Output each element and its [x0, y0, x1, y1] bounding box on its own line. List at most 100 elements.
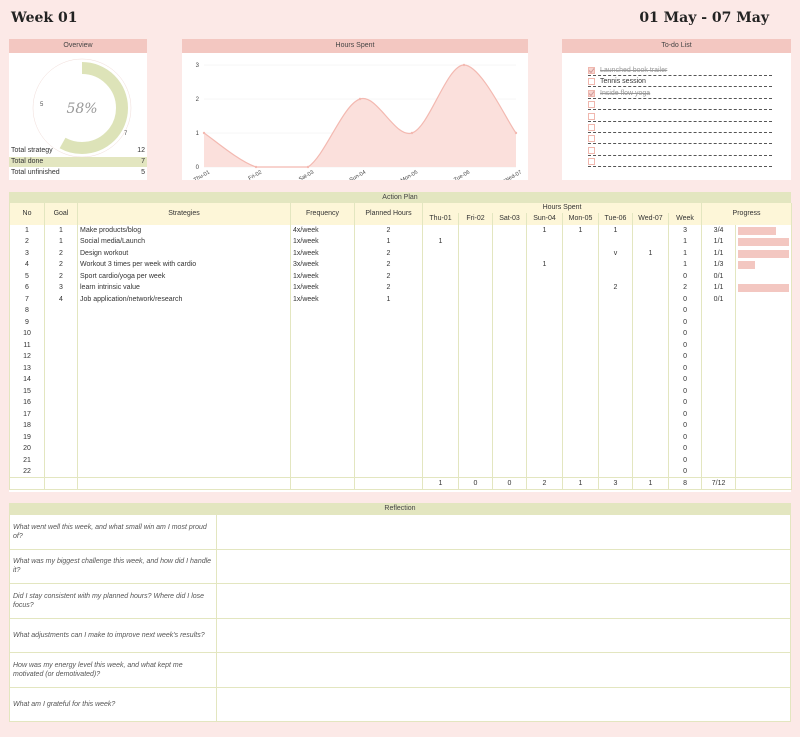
todo-title: To-do List	[562, 39, 791, 53]
cell-day-hours	[598, 362, 633, 374]
cell-empty	[44, 477, 78, 490]
todo-checkbox[interactable]	[588, 78, 595, 86]
cell-week: 0	[667, 270, 703, 282]
chart-point	[358, 97, 362, 101]
cell-progress	[701, 351, 737, 363]
cell-day-hours	[632, 431, 669, 443]
col-goal: Goal	[44, 203, 78, 225]
date-range: 01 May - 07 May	[639, 10, 769, 26]
col-frequency: Frequency	[290, 203, 355, 225]
cell-day-hours	[632, 293, 669, 305]
cell-day-hours	[422, 466, 459, 478]
cell-day-hours	[632, 408, 669, 420]
cell-total-day: 2	[526, 477, 563, 490]
reflection-question: What was my biggest challenge this week,…	[9, 548, 217, 584]
cell-day-hours	[598, 443, 633, 455]
cell-planned: 2	[354, 247, 423, 259]
cell-planned	[354, 374, 423, 386]
chart-area-fill	[204, 65, 516, 167]
todo-text[interactable]: Tennis session	[600, 76, 646, 87]
cell-day-hours	[458, 397, 493, 409]
todo-checkbox[interactable]	[588, 146, 595, 154]
cell-day-hours	[458, 305, 493, 317]
cell-planned	[354, 466, 423, 478]
cell-week: 0	[667, 374, 703, 386]
cell-progress: 1/1	[701, 282, 737, 294]
todo-checkbox[interactable]	[588, 158, 595, 166]
col-day: Mon-05	[562, 213, 599, 225]
cell-week: 1	[667, 236, 703, 248]
cell-planned: 2	[354, 270, 423, 282]
reflection-answer[interactable]	[216, 617, 791, 653]
todo-item	[588, 122, 772, 133]
cell-empty	[735, 477, 793, 490]
cell-planned: 2	[354, 259, 423, 271]
todo-item	[588, 99, 772, 111]
reflection-answer[interactable]	[216, 548, 791, 584]
cell-strategy	[77, 397, 291, 409]
cell-progress: 1/3	[701, 259, 737, 271]
cell-goal	[44, 316, 78, 328]
table-row: 3 2 Design workout 1x/week 2 v 1 1 1/1	[9, 247, 793, 259]
cell-day-hours	[458, 339, 493, 351]
col-hours-spent: Hours Spent	[421, 203, 703, 213]
cell-goal	[44, 397, 78, 409]
reflection-question: What went well this week, and what small…	[9, 514, 217, 550]
cell-day-hours	[598, 420, 633, 432]
cell-day-hours	[632, 420, 669, 432]
cell-strategy	[77, 374, 291, 386]
cell-day-hours: 2	[598, 282, 633, 294]
todo-text[interactable]: Inside flow yoga	[600, 88, 650, 99]
table-row: 4 2 Workout 3 times per week with cardio 3x…	[9, 259, 793, 271]
cell-progress	[701, 420, 737, 432]
cell-progress	[701, 397, 737, 409]
chart-point	[462, 63, 466, 67]
cell-day-hours	[492, 466, 527, 478]
cell-day-hours	[492, 328, 527, 340]
cell-day-hours	[598, 431, 633, 443]
cell-day-hours	[526, 420, 563, 432]
cell-day-hours	[458, 374, 493, 386]
cell-day-hours	[422, 247, 459, 259]
cell-day-hours	[632, 328, 669, 340]
cell-day-hours	[422, 443, 459, 455]
reflection-answer[interactable]	[216, 583, 791, 619]
cell-day-hours	[422, 431, 459, 443]
cell-total-day: 3	[598, 477, 633, 490]
todo-text[interactable]: Launched book trailer	[600, 65, 667, 76]
cell-day-hours	[422, 397, 459, 409]
cell-day-hours	[526, 397, 563, 409]
todo-checkbox[interactable]	[588, 67, 595, 74]
cell-goal: 2	[44, 247, 78, 259]
check-icon	[588, 90, 595, 97]
cell-day-hours	[422, 316, 459, 328]
reflection-answer[interactable]	[216, 652, 791, 688]
table-row: 15 0	[9, 385, 793, 397]
cell-week: 0	[667, 431, 703, 443]
cell-frequency: 1x/week	[290, 247, 355, 259]
todo-checkbox[interactable]	[588, 124, 595, 131]
todo-checkbox[interactable]	[588, 89, 595, 97]
cell-day-hours	[492, 305, 527, 317]
cell-planned	[354, 351, 423, 363]
cell-day-hours	[562, 282, 599, 294]
cell-day-hours	[458, 293, 493, 305]
cell-no: 3	[9, 247, 45, 259]
cell-day-hours	[458, 443, 493, 455]
cell-progress	[701, 431, 737, 443]
todo-checkbox[interactable]	[588, 135, 595, 143]
chart-y-tick-label: 2	[196, 97, 200, 103]
cell-empty	[9, 477, 45, 490]
cell-progress	[701, 443, 737, 455]
reflection-answer[interactable]	[216, 514, 791, 550]
cell-total-day: 0	[492, 477, 527, 490]
cell-frequency	[290, 443, 355, 455]
cell-frequency: 3x/week	[290, 259, 355, 271]
reflection-answer[interactable]	[216, 686, 791, 722]
cell-strategy: Social media/Launch	[77, 236, 291, 248]
todo-checkbox[interactable]	[588, 112, 595, 120]
cell-day-hours	[422, 385, 459, 397]
overview-value: 12	[137, 147, 145, 154]
cell-day-hours	[562, 374, 599, 386]
todo-checkbox[interactable]	[588, 101, 595, 109]
